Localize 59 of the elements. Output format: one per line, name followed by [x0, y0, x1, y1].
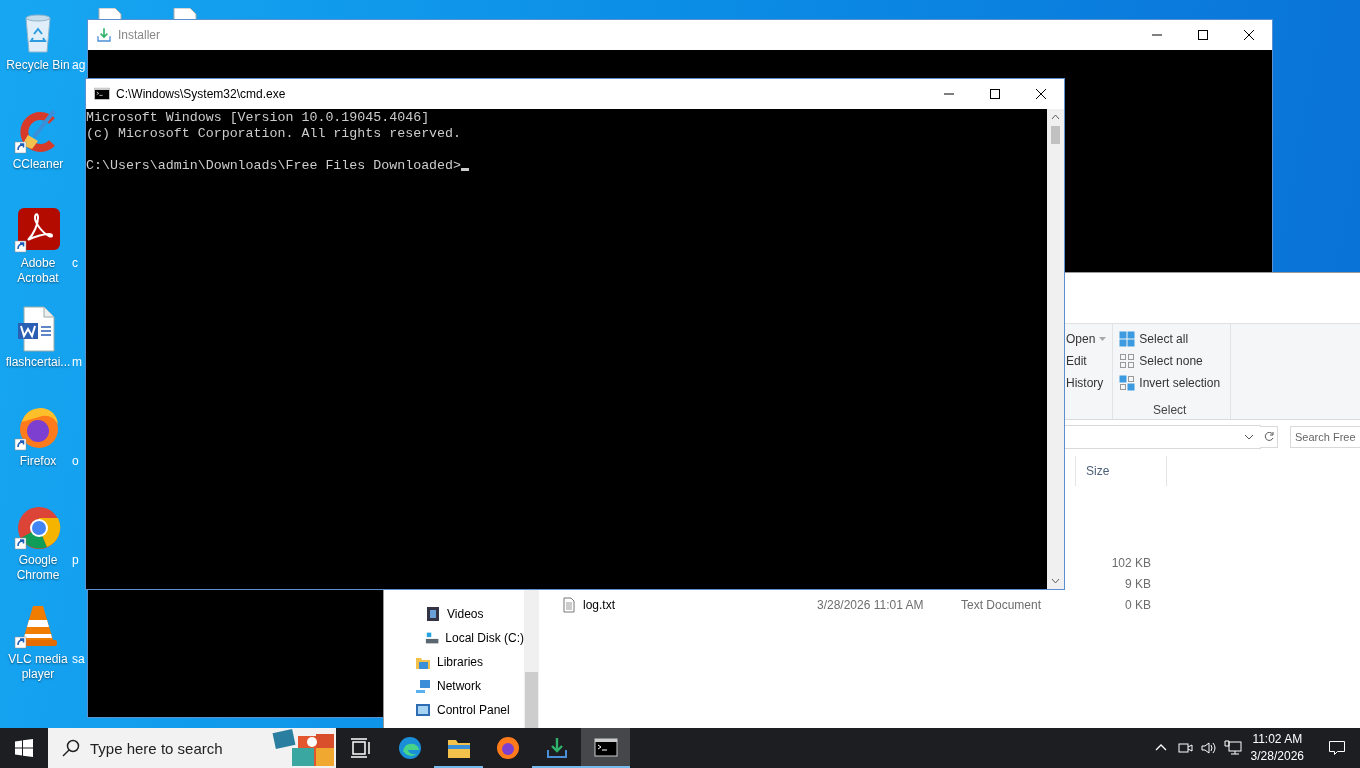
- empty-grid-icon: [1119, 353, 1136, 369]
- grid-icon: [1119, 331, 1136, 347]
- text-cursor: [461, 168, 470, 171]
- taskbar-cmd-button[interactable]: [581, 728, 630, 768]
- speaker-icon[interactable]: [1199, 739, 1218, 757]
- ribbon-button[interactable]: History: [1066, 372, 1107, 394]
- nav-item[interactable]: Videos: [384, 602, 524, 626]
- terminal-prompt: C:\Users\admin\Downloads\Free Files Downloaded>: [86, 158, 462, 173]
- window-title: C:\Windows\System32\cmd.exe: [115, 87, 287, 101]
- ribbon-button[interactable]: Select none: [1119, 350, 1221, 372]
- taskbar-search-box[interactable]: Type here to search: [48, 728, 336, 768]
- installer-icon: [96, 27, 112, 43]
- control-panel-icon: [415, 702, 431, 718]
- firefox-icon: [495, 736, 520, 760]
- network-icon: [415, 678, 431, 694]
- file-date: 3/28/2026 11:01 AM: [817, 597, 924, 612]
- scrollbar-thumb[interactable]: [525, 672, 538, 728]
- file-size: 102 KB: [1110, 555, 1151, 570]
- clock-date[interactable]: 3/28/2026: [1250, 748, 1304, 765]
- nav-item[interactable]: Network: [384, 674, 524, 698]
- ribbon-button[interactable]: Open: [1066, 328, 1107, 350]
- document-icon[interactable]: [95, 8, 125, 20]
- nav-item[interactable]: Libraries: [384, 650, 524, 674]
- clock-time[interactable]: 11:02 AM: [1252, 731, 1303, 748]
- edge-icon: [397, 736, 422, 760]
- windows-start-icon[interactable]: [15, 739, 33, 757]
- terminal-icon: [94, 86, 110, 102]
- document-icon[interactable]: [170, 8, 200, 20]
- refresh-button[interactable]: [1260, 426, 1278, 448]
- taskbar-search-field[interactable]: Type here to search: [90, 739, 260, 757]
- window-title: Installer: [117, 28, 162, 42]
- group-label: Select: [1152, 403, 1188, 419]
- nav-item[interactable]: Local Disk (C:): [384, 626, 524, 650]
- task-view-icon: [348, 736, 373, 760]
- notification-icon[interactable]: [1328, 739, 1346, 757]
- film-icon: [425, 606, 441, 622]
- ribbon-button[interactable]: Select all: [1119, 328, 1221, 350]
- acrobat-icon[interactable]: [14, 206, 62, 254]
- file-size: 9 KB: [1124, 576, 1151, 591]
- search-icon: [62, 739, 80, 757]
- network-icon[interactable]: [1223, 739, 1242, 757]
- text-file-icon: [561, 596, 577, 613]
- refresh-icon: [1262, 431, 1275, 443]
- installer-icon: [544, 736, 569, 760]
- search-field[interactable]: Search Free: [1290, 426, 1360, 448]
- file-name[interactable]: log.txt: [583, 597, 615, 612]
- drive-icon: [425, 630, 440, 646]
- file-type: Text Document: [961, 597, 1042, 612]
- grid-icon: [1119, 375, 1136, 391]
- ribbon-button[interactable]: Invert selection: [1119, 372, 1221, 394]
- column-header[interactable]: Size: [1075, 456, 1167, 486]
- nav-item[interactable]: Control Panel: [384, 698, 524, 722]
- cmd-icon: [593, 736, 618, 760]
- scrollbar-thumb[interactable]: [1051, 126, 1060, 144]
- terminal-line: (c) Microsoft Corporation. All rights reserved.: [86, 126, 463, 142]
- caret-icon: [1099, 337, 1107, 341]
- ribbon-button[interactable]: Edit: [1066, 350, 1107, 372]
- terminal-line: Microsoft Windows [Version 10.0.19045.4046]: [86, 110, 431, 126]
- file-size: 0 KB: [1124, 597, 1151, 612]
